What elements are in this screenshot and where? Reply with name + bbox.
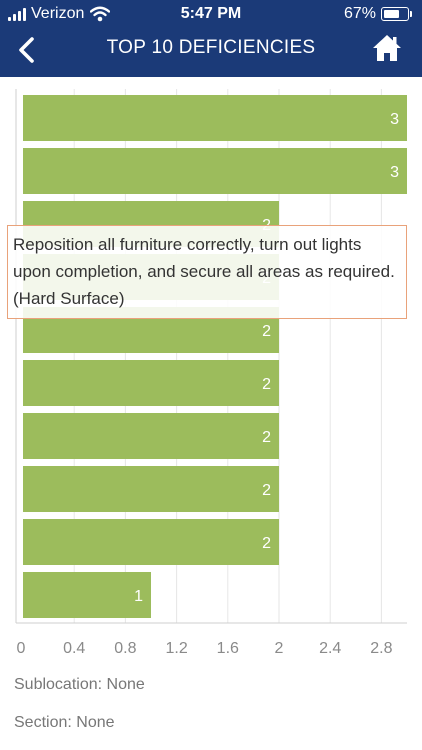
bar-value-label: 2 <box>262 482 271 499</box>
x-tick-label: 2 <box>275 640 284 657</box>
header-bar: Verizon 5:47 PM 67% TOP 10 DEFICIENCIES <box>0 0 422 77</box>
bar <box>23 466 279 512</box>
bar <box>23 148 407 194</box>
status-bar: Verizon 5:47 PM 67% <box>0 0 422 30</box>
x-tick-label: 2.8 <box>370 640 392 657</box>
x-tick-label: 0 <box>17 640 26 657</box>
x-tick-label: 2.4 <box>319 640 341 657</box>
bar-value-label: 3 <box>390 111 399 128</box>
bar <box>23 360 279 406</box>
bar-value-label: 2 <box>262 376 271 393</box>
x-tick-label: 0.8 <box>114 640 136 657</box>
battery-percent: 67% <box>343 5 376 22</box>
sublocation-label: Sublocation: None <box>14 676 145 693</box>
bar-value-label: 3 <box>390 164 399 181</box>
bar <box>23 413 279 459</box>
bar-value-label: 2 <box>262 535 271 552</box>
bar-value-label: 2 <box>262 323 271 340</box>
section-label: Section: None <box>14 714 115 731</box>
x-tick-label: 1.6 <box>217 640 239 657</box>
battery-indicator: 67% <box>344 5 412 23</box>
deficiency-tooltip: Reposition all furniture correctly, turn… <box>7 225 407 319</box>
x-tick-label: 0.4 <box>63 640 85 657</box>
bar <box>23 95 407 141</box>
home-icon[interactable] <box>372 32 402 64</box>
bar-value-label: 2 <box>262 429 271 446</box>
nav-bar: TOP 10 DEFICIENCIES <box>0 30 422 77</box>
bar <box>23 519 279 565</box>
deficiency-bar-chart: 332222222100.40.81.21.622.42.8 <box>15 89 407 657</box>
bar <box>23 572 151 618</box>
x-tick-label: 1.2 <box>165 640 187 657</box>
page-title: TOP 10 DEFICIENCIES <box>106 37 316 58</box>
bar-value-label: 1 <box>134 588 143 605</box>
battery-icon <box>381 7 409 21</box>
